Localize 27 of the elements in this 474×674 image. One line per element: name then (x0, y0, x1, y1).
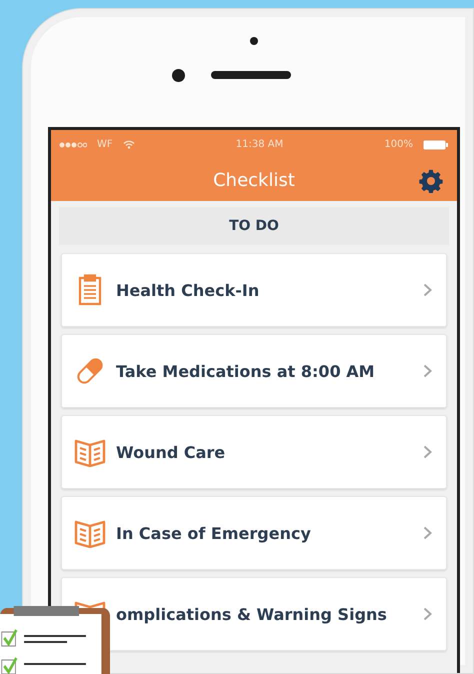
checklist-row[interactable]: Wound Care (61, 415, 447, 489)
battery-icon (423, 140, 449, 150)
chevron-icon (423, 283, 432, 297)
battery-percent: 100% (384, 139, 413, 150)
row-label: Health Check-In (116, 280, 260, 300)
checklist-row[interactable]: Take Medications at 8:00 AM (61, 334, 447, 408)
row-label: omplications & Warning Signs (116, 604, 388, 624)
chevron-icon (423, 445, 432, 459)
status-time: 11:38 AM (234, 139, 284, 150)
settings-icon[interactable] (419, 169, 443, 193)
chevron-icon (423, 526, 432, 540)
wifi-icon (122, 140, 135, 149)
camera-lens (172, 69, 185, 82)
chevron-icon (423, 364, 432, 378)
signal-dots-icon (59, 142, 87, 148)
chevron-icon (423, 607, 432, 621)
checklist-row[interactable]: In Case of Emergency (61, 496, 447, 570)
row-label: Wound Care (116, 442, 226, 462)
row-label: In Case of Emergency (116, 524, 312, 542)
carrier-name: WF (97, 139, 113, 150)
sensor-dot (250, 37, 258, 45)
screen-title: Checklist (213, 170, 295, 190)
pill-icon (75, 356, 105, 386)
row-label: Take Medications at 8:00 AM (116, 362, 376, 380)
checklist-row[interactable]: Health Check-In (61, 253, 447, 327)
section-title: TO DO (229, 218, 279, 234)
clipboard-icon (78, 274, 102, 306)
